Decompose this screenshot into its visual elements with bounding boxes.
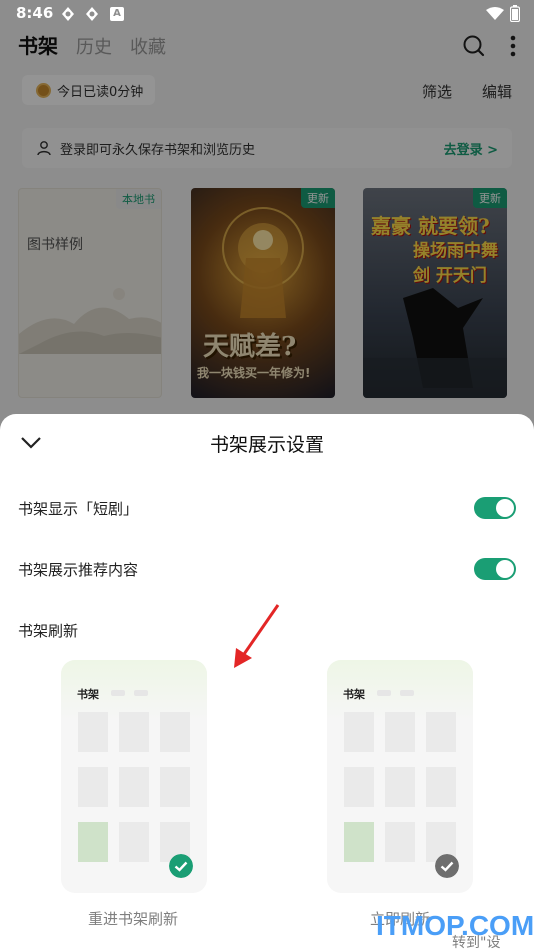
toggle-short-drama[interactable]	[474, 497, 516, 519]
option-book-cell	[344, 767, 374, 807]
setting-label-recommend: 书架展示推荐内容	[18, 561, 139, 579]
setting-label-refresh: 书架刷新	[18, 622, 79, 640]
option-book-cell	[426, 712, 456, 752]
option-book-cell	[119, 822, 149, 862]
option-book-cell-new	[78, 822, 108, 862]
toggle-knob	[496, 499, 514, 517]
option-book-cell	[426, 767, 456, 807]
option-book-cell-new	[344, 822, 374, 862]
option-book-cell	[78, 767, 108, 807]
dim-overlay[interactable]	[0, 0, 534, 430]
watermark-sub: 转到"设置"以	[452, 935, 501, 950]
option-mini-tab	[377, 690, 391, 696]
sync-icon	[62, 7, 74, 21]
option-book-cell	[119, 712, 149, 752]
option-book-cell	[344, 712, 374, 752]
option-book-cell	[78, 712, 108, 752]
refresh-option-reenter[interactable]: 书架	[61, 660, 207, 893]
option-book-cell	[160, 767, 190, 807]
option-book-cell	[385, 822, 415, 862]
option-book-cell	[119, 767, 149, 807]
toggle-recommend[interactable]	[474, 558, 516, 580]
option-book-cell	[160, 712, 190, 752]
sheet-title: 书架展示设置	[209, 434, 324, 456]
app-badge-icon: A	[110, 7, 124, 21]
status-time: 8:46	[16, 4, 54, 22]
toggle-knob	[496, 560, 514, 578]
check-selected-icon	[169, 854, 193, 878]
option-mini-tab	[134, 690, 148, 696]
option-mini-label: 书架	[343, 688, 365, 701]
sync-icon	[86, 7, 98, 21]
option-mini-tab	[111, 690, 125, 696]
option-book-cell	[385, 767, 415, 807]
status-right	[486, 5, 520, 22]
refresh-option-immediate[interactable]: 书架	[327, 660, 473, 893]
check-unselected-icon	[435, 854, 459, 878]
status-bar: 8:46 A	[0, 0, 534, 28]
setting-label-short-drama: 书架显示「短剧」	[18, 500, 139, 518]
option-mini-tab	[400, 690, 414, 696]
wifi-icon	[486, 6, 504, 20]
option-mini-label: 书架	[77, 688, 99, 701]
option-book-cell	[385, 712, 415, 752]
option-caption-reenter: 重进书架刷新	[88, 910, 179, 928]
battery-icon	[510, 5, 520, 22]
